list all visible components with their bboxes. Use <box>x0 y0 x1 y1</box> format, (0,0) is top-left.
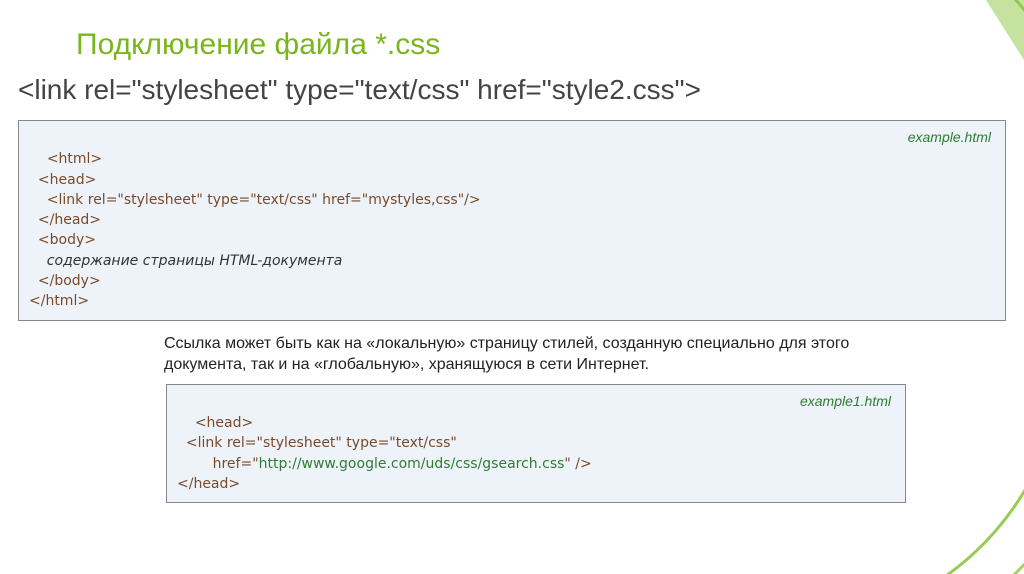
code-filename-2: example1.html <box>800 391 891 411</box>
slide-title: Подключение файла *.css <box>76 28 1006 62</box>
code-example-1: example.html <html> <head> <link rel="sty… <box>18 120 1006 321</box>
head-close-2: </head> <box>177 476 240 492</box>
html-open: <html> <box>47 151 102 167</box>
code-example-2: example1.html <head> <link rel="styleshee… <box>166 384 906 503</box>
code-filename-1: example.html <box>908 127 991 147</box>
description-text: Ссылка может быть как на «локальную» стр… <box>164 333 884 376</box>
head-close: </head> <box>29 212 101 228</box>
href-prefix: href=" <box>177 456 259 472</box>
main-code-line: <link rel="stylesheet" type="text/css" h… <box>18 74 1006 106</box>
link-line-2a: <link rel="stylesheet" type="text/css" <box>177 435 457 451</box>
html-close: </html> <box>29 293 89 309</box>
body-close: </body> <box>29 273 101 289</box>
external-url: http://www.google.com/uds/css/gsearch.cs… <box>259 456 565 472</box>
head-open: <head> <box>29 172 96 188</box>
body-content: содержание страницы HTML-документа <box>29 253 342 269</box>
slide-content: Подключение файла *.css <link rel="style… <box>0 0 1024 503</box>
link-line-1: <link rel="stylesheet" type="text/css" h… <box>29 192 481 208</box>
href-suffix: " /> <box>564 456 591 472</box>
body-open: <body> <box>29 232 96 248</box>
head-open-2: <head> <box>195 415 253 431</box>
